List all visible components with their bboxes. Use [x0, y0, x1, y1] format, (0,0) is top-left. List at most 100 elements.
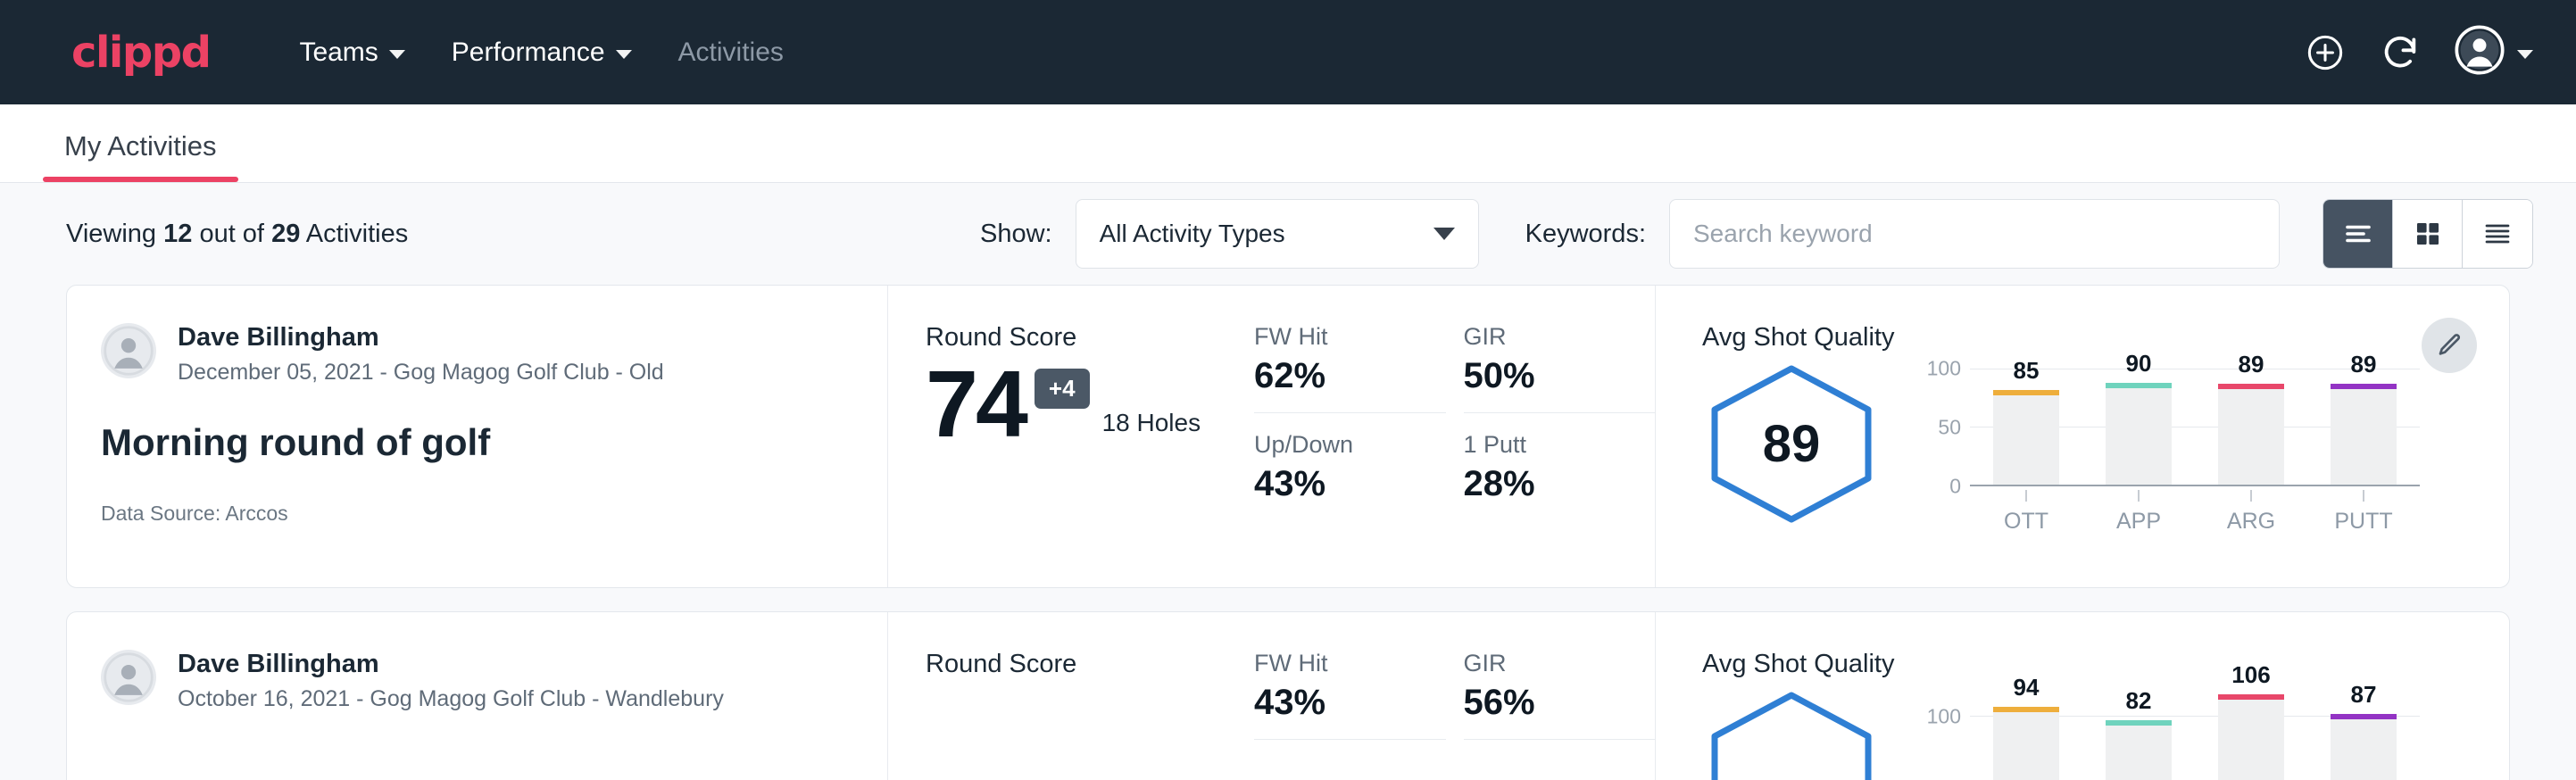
x-tick-arg: ARG [2218, 490, 2284, 535]
nav-item-performance[interactable]: Performance [452, 37, 632, 68]
avg-shot-quality-label: Avg Shot Quality [1702, 323, 2420, 353]
bar-cap [2331, 384, 2397, 389]
round-score-block: Round Score 74 +4 18 Holes [888, 286, 1245, 587]
activity-card[interactable]: Dave Billingham October 16, 2021 - Gog M… [66, 611, 2510, 780]
round-score-value: 74 [926, 360, 1026, 450]
chevron-down-icon [2517, 50, 2533, 59]
avatar [101, 650, 156, 705]
chart-plot-area: 94 82 [1970, 695, 2420, 780]
bar-value-label: 90 [2106, 350, 2172, 378]
compact-list-view-icon[interactable] [2463, 200, 2532, 268]
chevron-down-icon [616, 50, 632, 59]
add-circle-icon[interactable] [2305, 32, 2346, 73]
chart-plot-area: 85 90 [1970, 369, 2420, 486]
quality-score-value: 89 [1702, 361, 1881, 527]
stat-value: 28% [1464, 464, 1622, 504]
holes-played: 18 Holes [1102, 409, 1201, 437]
player-name: Dave Billingham [178, 323, 664, 353]
x-tick-label: ARG [2218, 509, 2284, 535]
stat-gir: GIR 56% [1464, 650, 1656, 740]
top-navigation-bar: clippd Teams Performance Activities [0, 0, 2576, 104]
stat-value: 50% [1464, 356, 1622, 396]
bar-cap [2218, 384, 2284, 389]
tab-my-activities[interactable]: My Activities [43, 130, 238, 182]
bar-value-label: 89 [2331, 351, 2397, 378]
x-tick-label: APP [2106, 509, 2172, 535]
x-tick-label: PUTT [2331, 509, 2397, 535]
activity-player-block: Dave Billingham December 05, 2021 - Gog … [101, 323, 852, 386]
x-tick-putt: PUTT [2331, 490, 2397, 535]
stat-value: 62% [1254, 356, 1412, 396]
show-label: Show: [980, 220, 1052, 249]
view-mode-toggle-group [2323, 199, 2533, 269]
bar-value-label: 106 [2218, 661, 2284, 689]
y-tick-label: 100 [1927, 704, 1961, 728]
stat-label: 1 Putt [1464, 431, 1622, 459]
bar-slot-arg: 89 [2218, 369, 2284, 485]
bar-cap [1993, 390, 2059, 395]
viewing-count: 12 [163, 220, 192, 248]
viewing-middle: out of [199, 220, 264, 248]
user-menu[interactable] [2455, 25, 2533, 79]
avg-shot-quality-label: Avg Shot Quality [1702, 650, 2420, 679]
chart-bars: 94 82 [1970, 695, 2420, 780]
activity-card[interactable]: Dave Billingham December 05, 2021 - Gog … [66, 285, 2510, 588]
chart-y-axis: 100 [1915, 695, 1970, 780]
bar-value-label: 87 [2331, 681, 2397, 709]
activity-stats-grid: FW Hit 62% GIR 50% Up/Down 43% 1 Putt 28… [1245, 286, 1656, 587]
filter-toolbar: Viewing 12 out of 29 Activities Show: Al… [0, 183, 2576, 285]
avg-shot-quality-block: Avg Shot Quality 100 [1656, 612, 2509, 780]
x-tick-app: APP [2106, 490, 2172, 535]
nav-item-teams-label: Teams [299, 37, 378, 68]
stat-up-down: Up/Down 43% [1254, 431, 1446, 504]
shot-quality-bar-chart: 100 94 [1915, 695, 2420, 780]
chevron-down-icon [389, 50, 405, 59]
nav-item-performance-label: Performance [452, 37, 605, 68]
stat-value: 43% [1254, 464, 1412, 504]
nav-item-teams[interactable]: Teams [299, 37, 404, 68]
activity-identity: Dave Billingham December 05, 2021 - Gog … [67, 286, 888, 587]
keywords-label: Keywords: [1525, 220, 1646, 249]
viewing-suffix: Activities [306, 220, 408, 248]
tick-mark-icon [2363, 490, 2364, 502]
quality-hexagon [1702, 688, 1881, 780]
round-score-label: Round Score [926, 650, 1245, 679]
bar-slot-app: 82 [2106, 695, 2172, 780]
stat-gir: GIR 50% [1464, 323, 1656, 413]
edit-pencil-icon[interactable] [2422, 318, 2477, 373]
avatar [101, 323, 156, 378]
round-score-row: 74 +4 18 Holes [926, 360, 1245, 450]
chevron-down-icon [1433, 228, 1455, 240]
bar-value-label: 94 [1993, 674, 2059, 701]
bar-slot-app: 90 [2106, 369, 2172, 485]
nav-item-activities[interactable]: Activities [678, 37, 784, 68]
chart-x-axis: OTT APP ARG PUTT [1970, 490, 2420, 535]
list-view-icon[interactable] [2323, 200, 2393, 268]
brand-logo[interactable]: clippd [71, 28, 210, 78]
activity-data-source: Data Source: Arccos [101, 502, 852, 526]
avatar-icon [2455, 25, 2505, 79]
activity-identity: Dave Billingham October 16, 2021 - Gog M… [67, 612, 888, 780]
activity-type-select[interactable]: All Activity Types [1076, 199, 1479, 269]
activity-stats-grid: FW Hit 43% GIR 56% [1245, 612, 1656, 780]
bar-cap [2106, 720, 2172, 726]
y-tick-label: 50 [1938, 416, 1961, 440]
grid-view-icon[interactable] [2393, 200, 2463, 268]
player-name: Dave Billingham [178, 650, 724, 679]
tick-mark-icon [2138, 490, 2140, 502]
refresh-icon[interactable] [2380, 32, 2421, 73]
round-score-label: Round Score [926, 323, 1245, 353]
activity-type-select-value: All Activity Types [1100, 220, 1285, 248]
bar-slot-putt: 89 [2331, 369, 2397, 485]
nav-item-activities-label: Activities [678, 37, 784, 68]
tab-my-activities-label: My Activities [64, 130, 217, 162]
stat-label: FW Hit [1254, 323, 1412, 351]
tick-mark-icon [2250, 490, 2252, 502]
y-tick-label: 0 [1949, 475, 1961, 499]
y-tick-label: 100 [1927, 357, 1961, 381]
search-input[interactable] [1669, 199, 2280, 269]
activity-meta: December 05, 2021 - Gog Magog Golf Club … [178, 360, 664, 386]
bar-cap [2218, 694, 2284, 700]
quality-hexagon: 89 [1702, 361, 1881, 527]
viewing-count-text: Viewing 12 out of 29 Activities [66, 220, 408, 249]
